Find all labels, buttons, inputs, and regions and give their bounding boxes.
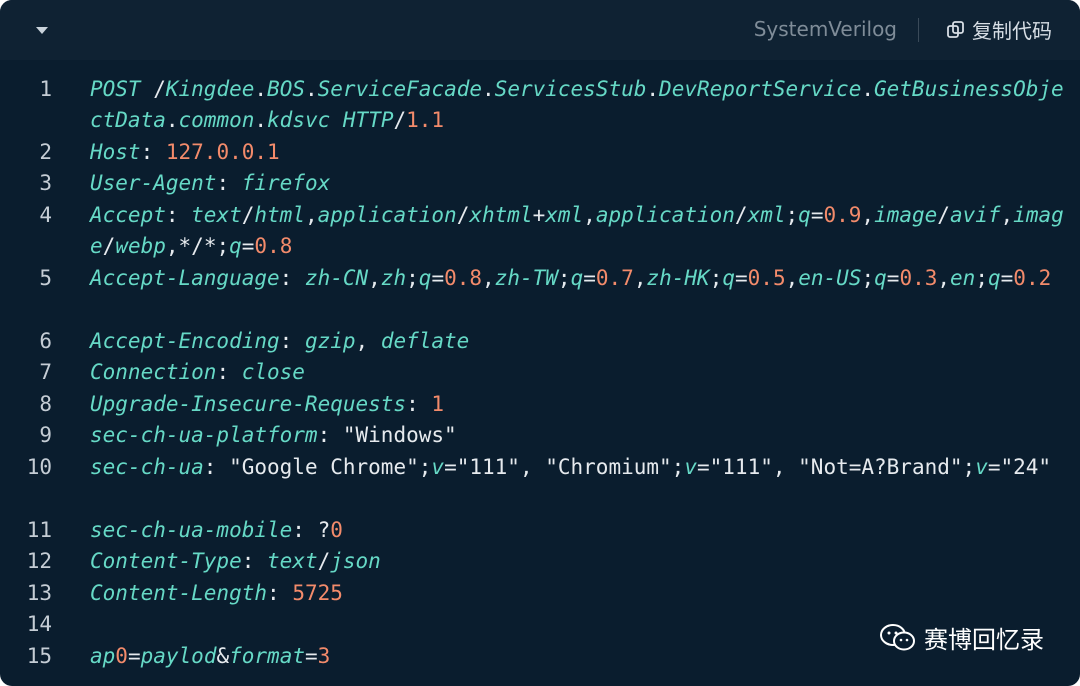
line-number: 6 [39,329,52,353]
wechat-icon [880,623,915,650]
code-line: 6 Accept-Encoding: gzip, deflate [0,326,1080,357]
code-line: 11 sec-ch-ua-mobile: ?0 [0,515,1080,546]
line-text: Upgrade-Insecure-Requests: 1 [90,392,445,416]
code-block: SystemVerilog 复制代码 1 POST /Kingdee.BOS.Se… [0,0,1080,686]
line-text: Host: 127.0.0.1 [90,140,280,164]
line-number: 7 [39,360,52,384]
line-number: 13 [26,581,52,605]
line-text: Connection: close [90,360,305,384]
line-text: sec-ch-ua-platform: "Windows" [90,423,457,447]
watermark-label: 赛博回忆录 [924,626,1044,654]
line-number: 10 [26,455,52,479]
code-toolbar: SystemVerilog 复制代码 [0,0,1080,60]
code-line: 5 Accept-Language: zh-CN,zh;q=0.8,zh-TW;q… [0,263,1080,294]
code-line: 4 Accept: text/html,application/xhtml+xml… [0,200,1080,258]
line-text: Accept: text/html,application/xhtml+xml,… [90,203,1064,259]
code-line: 1 POST /Kingdee.BOS.ServiceFacade.Service… [0,74,1080,132]
line-number: 2 [39,140,52,164]
code-line: 9 sec-ch-ua-platform: "Windows" [0,420,1080,451]
watermark: 赛博回忆录 [880,620,1044,655]
line-text: Accept-Encoding: gzip, deflate [90,329,470,353]
line-number: 11 [26,518,52,542]
line-number: 12 [26,549,52,573]
code-line: 2 Host: 127.0.0.1 [0,137,1080,168]
line-number: 14 [26,612,52,636]
copy-code-label: 复制代码 [972,19,1052,43]
copy-icon [947,20,964,38]
line-number: 4 [39,203,52,227]
copy-code-button[interactable]: 复制代码 [946,15,1052,44]
line-text: User-Agent: firefox [90,171,331,195]
line-text: Content-Length: 5725 [90,581,343,605]
line-number: 5 [39,266,52,290]
line-number: 9 [39,423,52,447]
line-number: 8 [39,392,52,416]
code-line: 8 Upgrade-Insecure-Requests: 1 [0,389,1080,420]
code-line: 7 Connection: close [0,357,1080,388]
line-text: sec-ch-ua: "Google Chrome";v="111", "Chr… [90,455,1052,479]
line-text: POST /Kingdee.BOS.ServiceFacade.Services… [90,77,1064,133]
line-number: 15 [26,644,52,668]
code-line: 10 sec-ch-ua: "Google Chrome";v="111", "C… [0,452,1080,483]
language-label: SystemVerilog [753,17,897,41]
line-number: 3 [39,171,52,195]
line-text: sec-ch-ua-mobile: ?0 [90,518,343,542]
code-line: 12 Content-Type: text/json [0,546,1080,577]
toolbar-divider [918,18,919,42]
collapse-caret-icon[interactable] [36,27,48,34]
line-text: Accept-Language: zh-CN,zh;q=0.8,zh-TW;q=… [90,266,1052,290]
code-line: 3 User-Agent: firefox [0,168,1080,199]
line-text: Content-Type: text/json [90,549,381,573]
line-number: 1 [39,77,52,101]
code-line: 13 Content-Length: 5725 [0,578,1080,609]
